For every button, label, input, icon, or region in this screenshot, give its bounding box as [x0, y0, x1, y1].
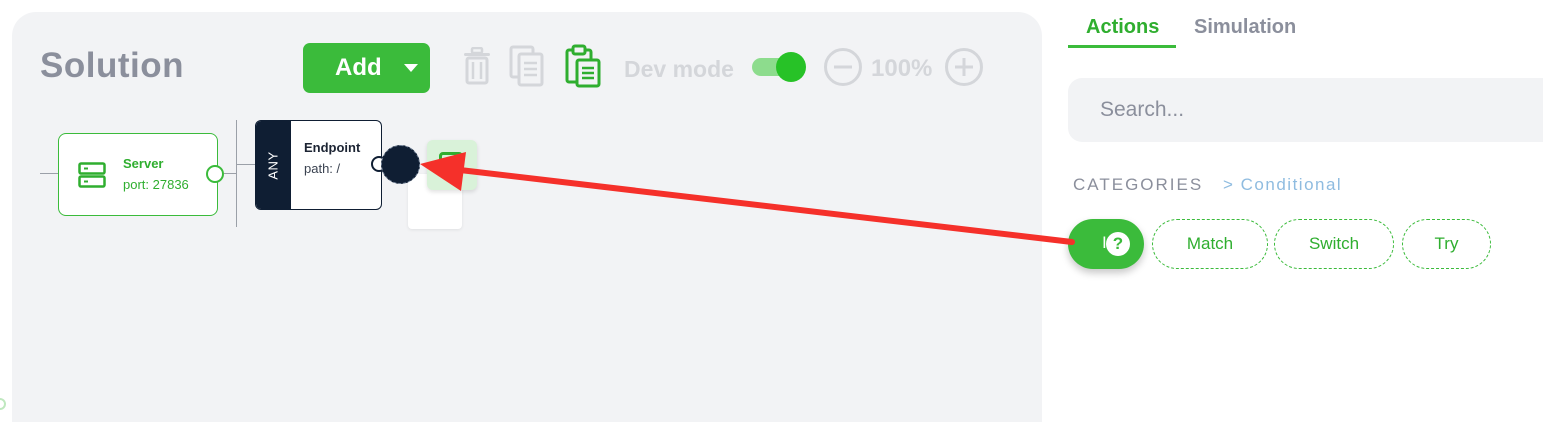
paste-icon[interactable] [564, 43, 602, 89]
help-icon[interactable]: ? [1106, 232, 1130, 256]
drag-cursor[interactable] [381, 145, 420, 184]
dev-mode-toggle[interactable] [752, 52, 806, 82]
zoom-level: 100% [871, 55, 933, 82]
active-tab-indicator [1068, 45, 1176, 48]
wire-bus [236, 120, 237, 227]
server-icon [78, 162, 106, 193]
endpoint-node-name: Endpoint [304, 140, 361, 155]
breadcrumb[interactable]: > Conditional [1223, 175, 1342, 195]
categories-label: CATEGORIES [1073, 175, 1204, 194]
search-input[interactable] [1068, 78, 1543, 142]
endpoint-node-path: path: / [304, 161, 341, 176]
server-node-port: port: 27836 [123, 177, 189, 192]
chip-match[interactable]: Match [1152, 219, 1268, 269]
trash-icon[interactable] [461, 47, 493, 85]
corner-indicator [0, 398, 6, 410]
drop-target-icon [439, 152, 463, 176]
chip-switch[interactable]: Switch [1274, 219, 1394, 269]
copy-icon[interactable] [509, 45, 545, 87]
page-title: Solution [40, 46, 184, 85]
server-output-port[interactable] [206, 165, 224, 183]
zoom-out-icon[interactable] [823, 47, 863, 87]
chip-try[interactable]: Try [1402, 219, 1491, 269]
server-wire [224, 173, 236, 174]
endpoint-method: ANY [265, 150, 281, 180]
endpoint-wire [236, 164, 255, 165]
zoom-in-icon[interactable] [944, 47, 984, 87]
tab-actions[interactable]: Actions [1086, 16, 1159, 39]
add-button-label: Add [335, 54, 382, 81]
server-node-name: Server [123, 156, 164, 171]
endpoint-method-bar: ANY [256, 121, 291, 209]
incoming-wire [40, 173, 58, 174]
endpoint-node[interactable]: ANY Endpoint path: / [255, 120, 382, 210]
chevron-down-icon [404, 64, 418, 72]
dev-mode-label: Dev mode [624, 56, 734, 82]
server-node[interactable]: Server port: 27836 [58, 133, 218, 216]
drop-target[interactable] [427, 140, 477, 190]
add-button[interactable]: Add [303, 43, 430, 93]
toggle-knob [776, 52, 806, 82]
tab-simulation[interactable]: Simulation [1194, 16, 1296, 39]
